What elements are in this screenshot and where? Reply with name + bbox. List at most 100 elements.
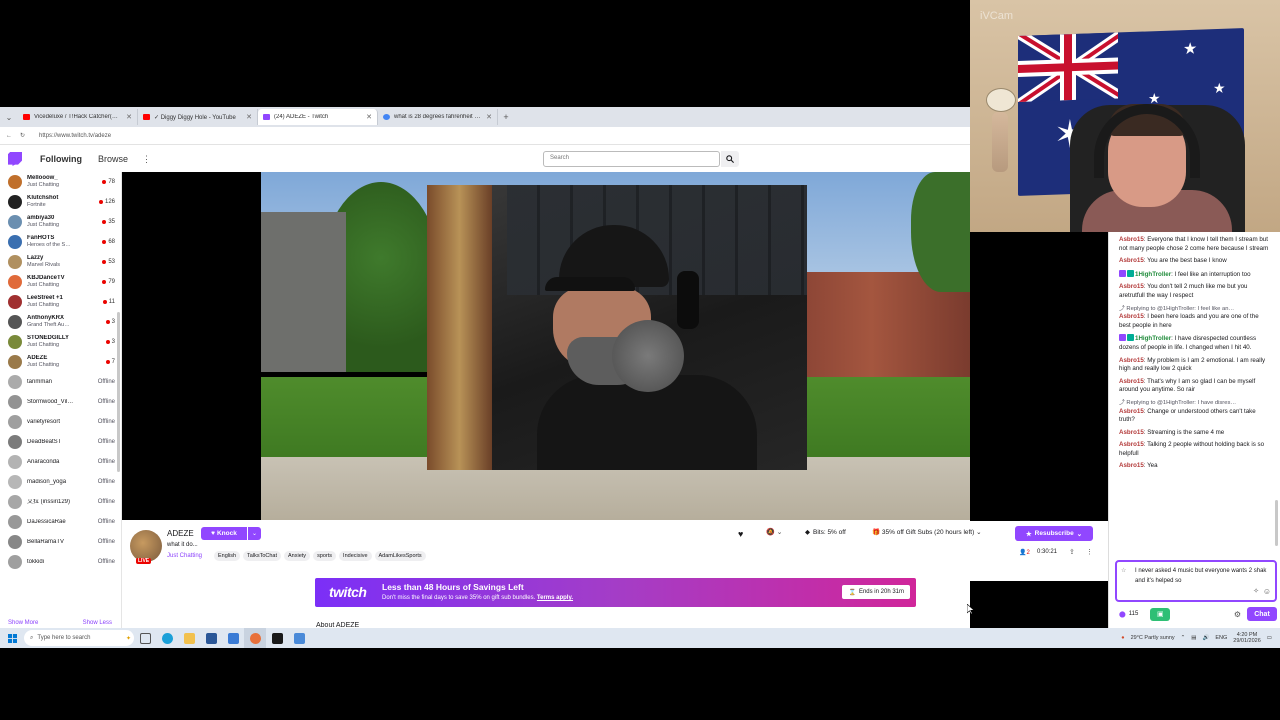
obs-icon[interactable]	[244, 628, 266, 648]
sidebar-channel[interactable]: Klutchshot Fortnite 126	[0, 192, 121, 212]
close-icon[interactable]: ✕	[126, 113, 132, 121]
url-field[interactable]: https://www.twitch.tv/adeze	[39, 133, 111, 139]
chat-username[interactable]: Asbro15	[1119, 429, 1144, 436]
browser-tab[interactable]: what is 28 degrees fahrenheit - G… ✕	[378, 109, 498, 125]
weather-text[interactable]: 29°C Partly sunny	[1131, 635, 1175, 641]
file-explorer-icon[interactable]	[178, 628, 200, 648]
tab-list-chevron-icon[interactable]: ⌄	[0, 113, 18, 122]
sidebar-channel[interactable]: Lazzy Marvel Rivals 53	[0, 252, 121, 272]
app-icon[interactable]	[222, 628, 244, 648]
chat-username[interactable]: 1HighTroller	[1135, 335, 1171, 342]
channel-name[interactable]: ADEZE	[167, 529, 194, 538]
chat-username[interactable]: Asbro15	[1119, 357, 1144, 364]
chat-username[interactable]: Asbro15	[1119, 378, 1144, 385]
lang-indicator[interactable]: ENG	[1215, 635, 1227, 641]
sidebar-channel-offline[interactable]: BellaRamaTV Offline	[0, 532, 121, 552]
follow-heart-icon[interactable]: ♥	[738, 529, 743, 539]
browser-tab[interactable]: ✓ Diggy Diggy Hole - YouTube ✕	[138, 109, 258, 125]
emote-icon[interactable]: ☺	[1263, 587, 1271, 597]
chat-username[interactable]: Asbro15	[1119, 283, 1144, 290]
tag[interactable]: Anxiety	[284, 551, 311, 561]
close-icon[interactable]: ✕	[486, 113, 492, 121]
close-icon[interactable]: ✕	[366, 113, 372, 121]
chevron-down-icon[interactable]: ⌄	[248, 527, 261, 540]
claim-gift-button[interactable]: ▣	[1150, 607, 1171, 621]
share-icon[interactable]: ⇪	[1069, 548, 1075, 556]
channel-points[interactable]: ⬤ 115	[1119, 611, 1138, 618]
sidebar-channel[interactable]: ambiya30 Just Chatting 35	[0, 212, 121, 232]
new-tab-icon[interactable]: +	[498, 112, 514, 122]
resubscribe-button[interactable]: ★ Resubscribe ⌄	[1015, 526, 1093, 541]
tag[interactable]: Indecisive	[339, 551, 372, 561]
gift-subs-button[interactable]: 🎁 35% off Gift Subs (20 hours left) ⌄	[872, 528, 982, 536]
windows-start-icon[interactable]	[0, 633, 24, 643]
chat-username[interactable]: Asbro15	[1119, 257, 1144, 264]
tag[interactable]: English	[214, 551, 241, 561]
close-icon[interactable]: ✕	[246, 113, 252, 121]
sidebar-channel-offline[interactable]: varietyresort Offline	[0, 412, 121, 432]
more-icon[interactable]: ⋮	[142, 154, 151, 165]
app-icon[interactable]	[200, 628, 222, 648]
magic-wand-icon[interactable]: ✧	[1253, 587, 1259, 597]
terms-link[interactable]: Terms apply.	[537, 595, 573, 601]
browser-tab[interactable]: Vicedeluxe / T!Hack Catcher(Ghost… ✕	[18, 109, 138, 125]
network-icon[interactable]: ▤	[1191, 635, 1196, 641]
sidebar-channel[interactable]: Mellooow_ Just Chatting 78	[0, 172, 121, 192]
tag[interactable]: sports	[313, 551, 337, 561]
notification-bell-icon[interactable]: 🔕 ⌄	[766, 528, 783, 536]
sidebar-channel-offline[interactable]: Stormwood_Vil… Offline	[0, 392, 121, 412]
tray-chevron-icon[interactable]: ⌃	[1181, 635, 1186, 641]
chat-username[interactable]: Asbro15	[1119, 313, 1144, 320]
knock-button[interactable]: ♥ Knock	[201, 527, 247, 540]
sidebar-scrollbar[interactable]	[117, 312, 120, 472]
chat-scrollbar[interactable]	[1275, 500, 1278, 546]
tab-label: what is 28 degrees fahrenheit - G…	[394, 114, 483, 120]
stream-category[interactable]: Just Chatting	[167, 553, 202, 559]
video-scene[interactable]	[261, 172, 970, 520]
gear-icon[interactable]: ⚙	[1234, 610, 1241, 619]
show-less-link[interactable]: Show Less	[83, 620, 112, 626]
nav-following[interactable]: Following	[40, 154, 82, 164]
sidebar-channel-offline[interactable]: tanmman Offline	[0, 372, 121, 392]
sidebar-channel[interactable]: AnthonyKRX Grand Theft Au… 3	[0, 312, 121, 332]
browser-tab-active[interactable]: (24) ADEZE - Twitch ✕	[258, 109, 378, 125]
volume-icon[interactable]: 🔊	[1202, 635, 1209, 641]
search-button[interactable]	[721, 151, 739, 167]
chat-input[interactable]: ☆ I never asked 4 music but everyone wan…	[1115, 560, 1277, 602]
tag[interactable]: AdamLikesSports	[374, 551, 426, 561]
chat-send-button[interactable]: Chat	[1247, 607, 1277, 621]
sidebar-channel[interactable]: STONEDGILLY Just Chatting 3	[0, 332, 121, 352]
sidebar-channel[interactable]: ADEZE Just Chatting 7	[0, 352, 121, 372]
sidebar-channel-offline[interactable]: DeadBeatST Offline	[0, 432, 121, 452]
more-icon[interactable]: ⋮	[1086, 548, 1093, 556]
edge-icon[interactable]	[156, 628, 178, 648]
sidebar-channel-offline[interactable]: tokkidi Offline	[0, 552, 121, 572]
sidebar-channel[interactable]: FanHOTS Heroes of the S… 68	[0, 232, 121, 252]
sidebar-channel-offline[interactable]: madison_yoga Offline	[0, 472, 121, 492]
taskbar-search[interactable]: ⌕ Type here to search ✦	[24, 630, 134, 646]
back-icon[interactable]: ←	[6, 133, 12, 139]
app-icon[interactable]	[266, 628, 288, 648]
chat-username[interactable]: Asbro15	[1119, 408, 1144, 415]
bits-button[interactable]: ◆ Bits: 5% off	[805, 528, 846, 537]
sidebar-channel[interactable]: LeeStreet +1 Just Chatting 11	[0, 292, 121, 312]
chat-username[interactable]: 1HighTroller	[1135, 271, 1171, 278]
task-view-icon[interactable]	[134, 628, 156, 648]
promo-banner[interactable]: twitch Less than 48 Hours of Savings Lef…	[315, 578, 916, 607]
tag[interactable]: TalksToChat	[243, 551, 282, 561]
sidebar-channel-offline[interactable]: 艾拉 (irissiri129) Offline	[0, 492, 121, 512]
search-input[interactable]: Search	[543, 151, 720, 167]
twitch-logo-icon[interactable]	[8, 152, 22, 166]
sidebar-channel[interactable]: KBJDanceTV Just Chatting 79	[0, 272, 121, 292]
reload-icon[interactable]: ↻	[20, 132, 25, 139]
nav-browse[interactable]: Browse	[98, 154, 128, 164]
notification-icon[interactable]: ▭	[1267, 635, 1272, 641]
sidebar-channel-offline[interactable]: DaJessicaRae Offline	[0, 512, 121, 532]
show-more-link[interactable]: Show More	[8, 620, 38, 626]
clock[interactable]: 4:20 PM 29/01/2026	[1233, 632, 1261, 644]
app-icon[interactable]	[288, 628, 310, 648]
chat-username[interactable]: Asbro15	[1119, 236, 1144, 243]
sidebar-channel-offline[interactable]: Anaraconda Offline	[0, 452, 121, 472]
chat-username[interactable]: Asbro15	[1119, 441, 1144, 448]
chat-username[interactable]: Asbro15	[1119, 462, 1144, 469]
